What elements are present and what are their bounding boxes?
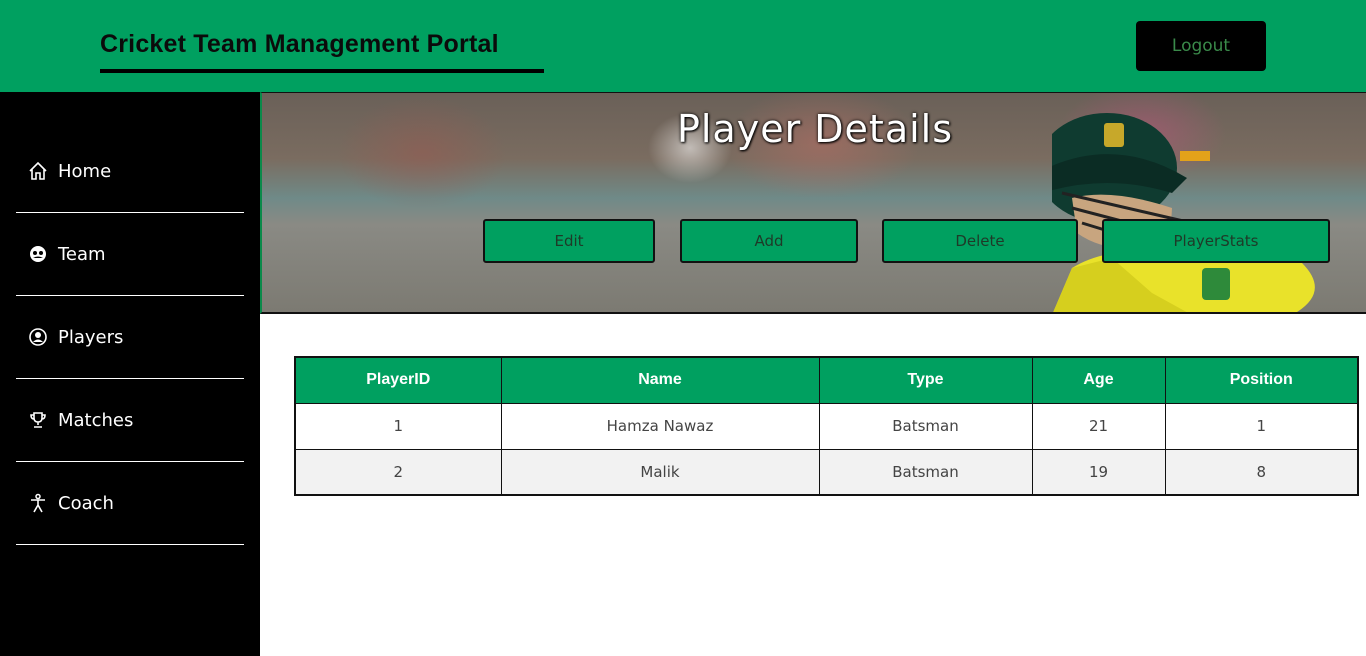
delete-button[interactable]: Delete	[882, 219, 1078, 263]
column-header[interactable]: Type	[818, 356, 1033, 404]
person-icon	[28, 493, 48, 513]
players-table: PlayerID Name Type Age Position 1 Hamza …	[294, 356, 1359, 496]
column-header[interactable]: PlayerID	[294, 356, 502, 404]
sidebar-item-home[interactable]: Home	[16, 130, 244, 213]
player-stats-button[interactable]: PlayerStats	[1102, 219, 1330, 263]
table-cell: Malik	[500, 448, 820, 496]
sidebar-item-team[interactable]: Team	[16, 213, 244, 296]
table-cell: 1	[294, 402, 502, 450]
table-header-row: PlayerID Name Type Age Position	[294, 356, 1359, 404]
portal-title: Cricket Team Management Portal	[100, 30, 499, 58]
page-title: Player Details	[676, 107, 954, 151]
user-circle-icon	[28, 327, 48, 347]
table-cell: Batsman	[818, 402, 1033, 450]
table-cell: 8	[1164, 448, 1359, 496]
table-cell: Batsman	[818, 448, 1033, 496]
table-cell: 1	[1164, 402, 1359, 450]
edit-button[interactable]: Edit	[483, 219, 655, 263]
sidebar-item-coach[interactable]: Coach	[16, 462, 244, 545]
table-cell: 2	[294, 448, 502, 496]
home-icon	[28, 161, 48, 181]
table-cell: 19	[1031, 448, 1166, 496]
sidebar-item-matches[interactable]: Matches	[16, 379, 244, 462]
sidebar-item-label: Players	[58, 326, 124, 348]
banner-image: Player Details Edit Add Delete PlayerSta…	[260, 92, 1366, 314]
add-button[interactable]: Add	[680, 219, 858, 263]
sidebar-item-label: Home	[58, 160, 112, 182]
trophy-icon	[28, 410, 48, 430]
sidebar-item-label: Coach	[58, 492, 114, 514]
table-cell: 21	[1031, 402, 1166, 450]
logout-button[interactable]: Logout	[1136, 21, 1266, 71]
title-underline	[100, 69, 544, 73]
sidebar-item-label: Team	[58, 243, 106, 265]
column-header[interactable]: Age	[1031, 356, 1166, 404]
table-row[interactable]: 1 Hamza Nawaz Batsman 21 1	[294, 402, 1359, 450]
sidebar-item-players[interactable]: Players	[16, 296, 244, 379]
column-header[interactable]: Name	[500, 356, 820, 404]
team-icon	[28, 244, 48, 264]
top-header: Cricket Team Management Portal Logout	[0, 0, 1366, 92]
sidebar-item-label: Matches	[58, 409, 134, 431]
column-header[interactable]: Position	[1164, 356, 1359, 404]
sidebar: Home Team Players Matches Coach	[0, 92, 260, 656]
table-cell: Hamza Nawaz	[500, 402, 820, 450]
table-row[interactable]: 2 Malik Batsman 19 8	[294, 448, 1359, 496]
